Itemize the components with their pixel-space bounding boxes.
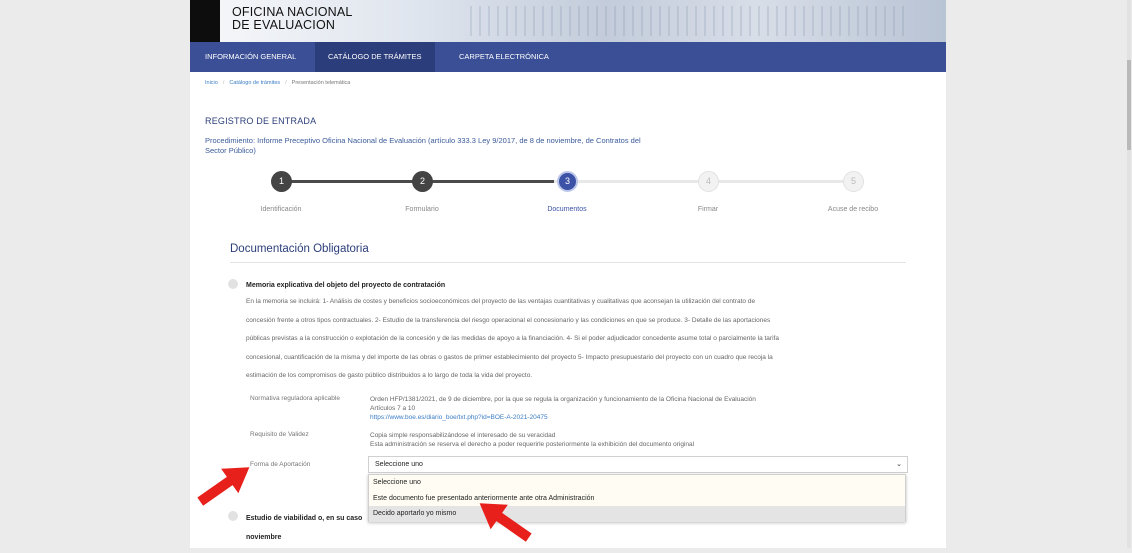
page-title: REGISTRO DE ENTRADA	[205, 116, 317, 126]
document-radio[interactable]	[228, 279, 238, 289]
description-line: concesional, cuantificación de la misma …	[246, 353, 773, 361]
step-4-label: Firmar	[697, 206, 719, 213]
normativa-line-1: Orden HFP/1381/2021, de 9 de diciembre, …	[370, 396, 756, 403]
breadcrumb-catalogo[interactable]: Catálogo de trámites	[229, 80, 280, 86]
step-1-label: Identificación	[260, 206, 302, 213]
step-2-label: Formulario	[405, 206, 439, 213]
description-line: estimación de los compromisos de gasto p…	[246, 372, 533, 380]
description-line: públicas previstas a la construcción o e…	[246, 335, 779, 343]
step-3-label: Documentos	[547, 206, 587, 213]
requisito-label: Requisito de Validez	[250, 431, 309, 438]
progress-stepper: 1 2 3 4 5 Identificación Formulario Docu…	[190, 168, 946, 218]
normativa-line-2: Artículos 7 a 10	[370, 405, 416, 412]
option-presentado-anteriormente[interactable]: Este documento fue presentado anteriorme…	[369, 491, 905, 507]
document-2-title-line-2: noviembre	[246, 534, 282, 541]
nav-item-carpeta-electronica[interactable]: CARPETA ELECTRÓNICA	[446, 42, 562, 72]
header-decoration	[470, 6, 910, 36]
breadcrumb-current: Presentación telemática	[291, 80, 351, 86]
document-2-title: Estudio de viabilidad o, en su caso novi…	[246, 509, 406, 547]
normativa-label: Normativa reguladora aplicable	[250, 395, 340, 402]
procedure-title-line-1: Procedimiento: Informe Preceptivo Oficin…	[205, 136, 641, 145]
requisito-line-2: Esta administración se reserva el derech…	[370, 441, 695, 448]
site-header-banner: OFICINA NACIONAL DE EVALUACION	[190, 0, 946, 42]
chevron-down-icon: ⌄	[896, 461, 902, 468]
forma-aportacion-select[interactable]: Seleccione uno ⌄	[368, 456, 908, 473]
step-2-circle: 2	[412, 171, 433, 192]
main-navigation: INFORMACIÓN GENERAL CATÁLOGO DE TRÁMITES…	[190, 42, 946, 72]
header-black-block	[190, 0, 220, 42]
site-logo[interactable]: OFICINA NACIONAL DE EVALUACION	[232, 6, 353, 32]
red-arrow-icon	[197, 467, 250, 506]
document-2-title-line-1: Estudio de viabilidad o, en su caso	[246, 515, 363, 522]
option-aportarlo-yo-mismo[interactable]: Decido aportarlo yo mismo	[369, 506, 905, 522]
procedure-title: Procedimiento: Informe Preceptivo Oficin…	[205, 136, 765, 156]
breadcrumb-separator: /	[222, 80, 225, 86]
document-description: En la memoria se incluirá: 1- Análisis d…	[246, 293, 914, 386]
select-value: Seleccione uno	[375, 461, 423, 468]
requisito-line-1: Copia simple responsabilizándose el inte…	[370, 432, 556, 439]
scrollbar-track	[1127, 0, 1131, 548]
document-title: Memoria explicativa del objeto del proye…	[246, 282, 446, 289]
normativa-value: Orden HFP/1381/2021, de 9 de diciembre, …	[370, 395, 756, 422]
step-4-circle: 4	[698, 171, 719, 192]
logo-line-2: DE EVALUACION	[232, 18, 336, 32]
option-seleccione-uno[interactable]: Seleccione uno	[369, 475, 905, 491]
document-2-radio[interactable]	[228, 511, 238, 521]
breadcrumb: Inicio / Catálogo de trámites / Presentación…	[205, 80, 350, 86]
step-5-label: Acuse de recibo	[827, 206, 879, 213]
breadcrumb-inicio[interactable]: Inicio	[205, 80, 218, 86]
nav-item-informacion-general[interactable]: INFORMACIÓN GENERAL	[192, 42, 309, 72]
procedure-title-line-2: Sector Público)	[205, 146, 256, 155]
page-container: OFICINA NACIONAL DE EVALUACION INFORMACI…	[190, 0, 946, 548]
description-line: concesión frente a otros tipos contractu…	[246, 316, 771, 324]
normativa-link[interactable]: https://www.boe.es/diario_boe/txt.php?id…	[370, 413, 756, 422]
scrollbar[interactable]	[1126, 0, 1132, 548]
requisito-value: Copia simple responsabilizándose el inte…	[370, 431, 694, 449]
forma-aportacion-label: Forma de Aportación	[250, 461, 311, 468]
section-divider	[230, 262, 906, 263]
step-3-circle: 3	[557, 171, 578, 192]
nav-item-catalogo-tramites[interactable]: CATÁLOGO DE TRÁMITES	[315, 42, 435, 72]
step-5-circle: 5	[843, 171, 864, 192]
red-arrow-icon	[479, 503, 532, 542]
description-line: En la memoria se incluirá: 1- Análisis d…	[246, 298, 756, 305]
forma-aportacion-dropdown: Seleccione uno Este documento fue presen…	[368, 474, 906, 522]
step-1-circle: 1	[271, 171, 292, 192]
section-title: Documentación Obligatoria	[230, 243, 369, 255]
breadcrumb-separator: /	[285, 80, 287, 86]
